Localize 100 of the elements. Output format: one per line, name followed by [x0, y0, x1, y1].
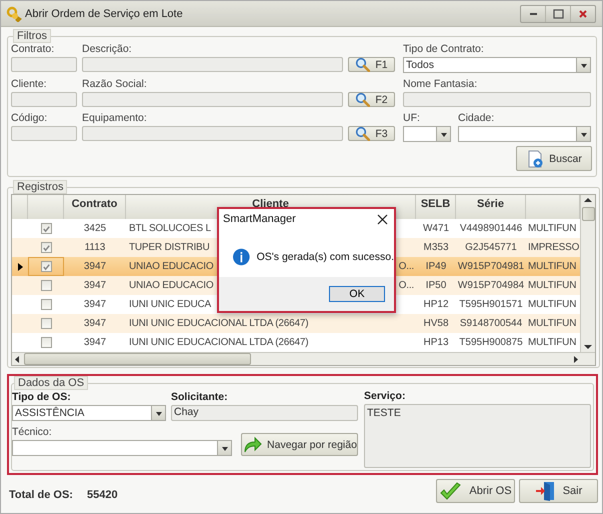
table-cell: HP12: [423, 299, 448, 310]
field-label: Tipo de Contrato:: [403, 43, 485, 56]
dialog-message: OS's gerada(s) com sucesso.: [256, 251, 394, 263]
table-cell: HP13: [423, 337, 448, 348]
info-icon: [233, 246, 250, 268]
field-label: Serviço:: [364, 390, 406, 403]
table-cell: W915P704984: [458, 280, 524, 291]
table-cell: 3947: [84, 337, 106, 348]
field-label: Descrição:: [82, 43, 133, 56]
exit-button[interactable]: Sair: [519, 479, 598, 503]
search-icon: [355, 92, 370, 107]
table-cell: IUNI UNIC EDUCA: [129, 299, 212, 310]
search-icon: [355, 57, 370, 72]
table-cell: MULTIFUN: [528, 280, 576, 291]
field-label: Cliente:: [11, 78, 48, 91]
window-title: Abrir Ordem de Serviço em Lote: [25, 8, 184, 20]
table-cell: 3947: [84, 299, 106, 310]
field-label: Técnico:: [12, 426, 53, 439]
checkbox[interactable]: [40, 337, 52, 348]
search-button[interactable]: Buscar: [516, 146, 592, 171]
input-field[interactable]: [82, 126, 343, 141]
table-cell: BTL SOLUCOES L: [129, 223, 211, 234]
table-cell: 3947: [84, 261, 106, 272]
input-field[interactable]: [82, 57, 343, 72]
exit-door-icon: [534, 480, 555, 502]
total-label: Total de OS:: [9, 489, 73, 501]
dropdown[interactable]: Todos: [403, 57, 591, 73]
checkbox[interactable]: [40, 280, 52, 291]
scroll-down-icon: [582, 342, 594, 352]
table-cell: TUPER DISTRIBU: [129, 242, 210, 253]
checkbox[interactable]: [40, 242, 52, 253]
field-label: Equipamento:: [82, 112, 148, 125]
horizontal-scrollbar[interactable]: [12, 352, 581, 365]
dropdown[interactable]: [458, 126, 591, 142]
table-cell: W471: [422, 223, 450, 234]
ok-button[interactable]: OK: [329, 286, 385, 302]
table-cell-text: O...: [398, 261, 415, 272]
text-area[interactable]: TESTE: [364, 404, 591, 468]
scrollbar-corner: [581, 352, 595, 365]
input-field[interactable]: [11, 57, 77, 72]
dropdown[interactable]: [12, 440, 232, 456]
navigate-button[interactable]: Navegar por região: [241, 433, 358, 456]
checkbox[interactable]: [40, 318, 52, 329]
row-pointer-icon: [16, 262, 24, 272]
input-field[interactable]: [403, 92, 591, 107]
field-label: Razão Social:: [82, 78, 148, 91]
column-header[interactable]: Série: [456, 195, 526, 219]
field-label: Nome Fantasia:: [403, 78, 478, 91]
table-cell: UNIAO EDUCACIO: [129, 261, 214, 272]
table-cell: W915P704981: [458, 261, 524, 272]
scroll-thumb[interactable]: [24, 353, 251, 365]
close-icon[interactable]: [377, 214, 388, 224]
field-label: Código:: [11, 112, 48, 125]
column-header[interactable]: SELB: [416, 195, 456, 219]
table-cell: T595H901571: [459, 299, 523, 310]
dropdown[interactable]: ASSISTÊNCIA: [12, 405, 166, 421]
lookup-button[interactable]: F1: [348, 57, 395, 72]
input-field[interactable]: [11, 126, 77, 141]
checkbox[interactable]: [40, 223, 52, 234]
field-label: Cidade:: [458, 112, 496, 125]
table-cell: G2J545771: [465, 242, 517, 253]
field-label: Solicitante:: [171, 391, 229, 404]
curved-arrow-icon: [242, 436, 262, 454]
table-cell: M353: [423, 242, 448, 253]
group-title: Dados da OS: [14, 376, 88, 390]
input-field[interactable]: [11, 92, 77, 107]
check-icon: [439, 482, 462, 500]
input-field[interactable]: Chay: [171, 405, 358, 421]
input-field[interactable]: [82, 92, 343, 107]
lookup-button[interactable]: F3: [348, 126, 395, 141]
dropdown[interactable]: [403, 126, 451, 142]
table-cell: MULTIFUN: [528, 223, 576, 234]
field-label: Contrato:: [11, 43, 56, 56]
maximize-icon: [552, 8, 564, 18]
table-cell: S9148700544: [460, 318, 522, 329]
keys-icon: [6, 6, 22, 22]
table-cell: MULTIFUN: [528, 318, 576, 329]
group-title: Filtros: [13, 29, 51, 43]
table-cell: T595H900875: [459, 337, 523, 348]
lookup-button[interactable]: F2: [348, 92, 395, 107]
field-label: UF:: [403, 112, 421, 125]
table-cell: 3947: [84, 318, 106, 329]
table-cell: IUNI UNIC EDUCACIONAL LTDA (26647): [129, 337, 308, 348]
scroll-up-icon: [582, 195, 594, 205]
table-cell: MULTIFUN: [528, 299, 576, 310]
checkbox[interactable]: [40, 299, 52, 310]
search-icon: [355, 126, 370, 141]
vertical-scrollbar[interactable]: [580, 195, 595, 352]
group-title: Registros: [13, 180, 68, 194]
scroll-thumb[interactable]: [582, 207, 594, 221]
column-header[interactable]: Contrato: [64, 195, 126, 219]
checkbox[interactable]: [40, 261, 52, 272]
field-label: Tipo de OS:: [12, 391, 72, 404]
table-cell: MULTIFUN: [528, 337, 576, 348]
table-cell: IP49: [426, 261, 446, 272]
table-cell-text: O...: [398, 280, 415, 291]
open-button[interactable]: Abrir OS: [436, 479, 515, 503]
table-cell: HV58: [423, 318, 448, 329]
table-cell: IP50: [426, 280, 446, 291]
close-icon: [578, 8, 588, 18]
